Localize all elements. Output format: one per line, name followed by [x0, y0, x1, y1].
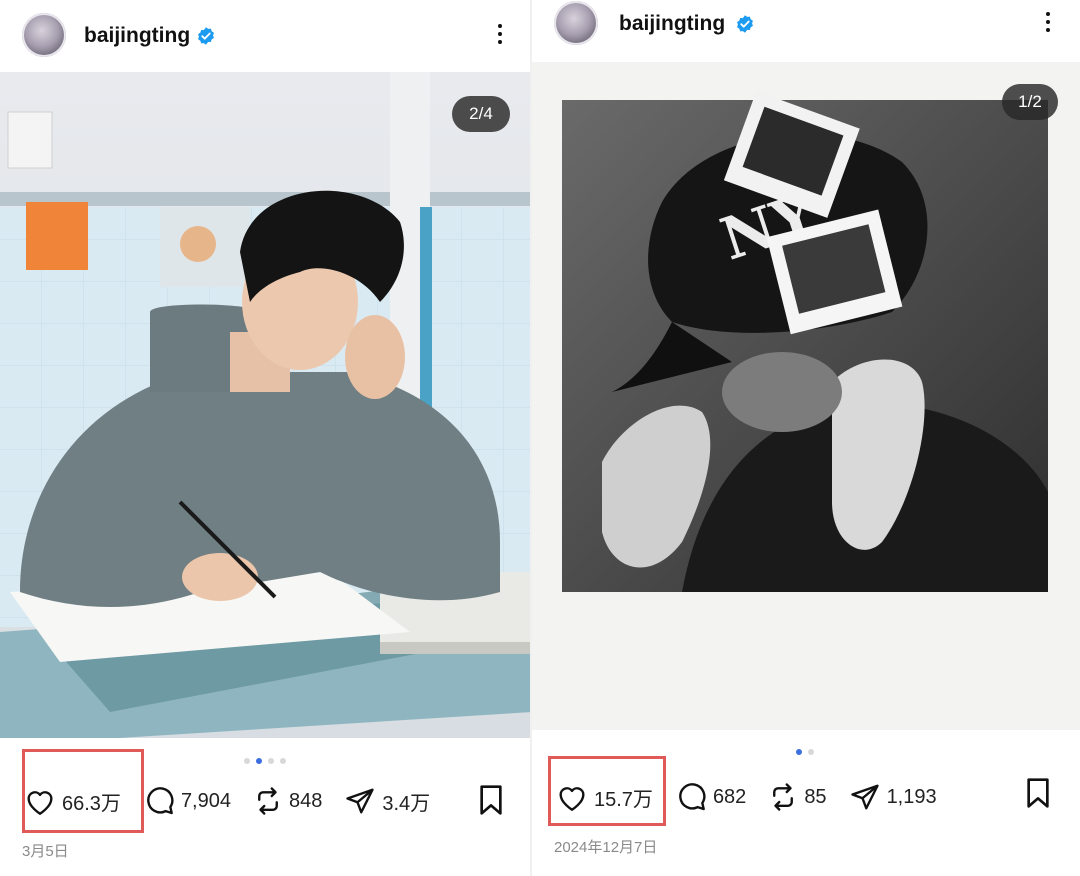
like-count: 15.7万: [594, 788, 653, 811]
comment-count: 7,904: [180, 789, 231, 812]
comment-button[interactable]: 7,904: [143, 785, 231, 817]
image-counter: 1/2: [1002, 84, 1058, 120]
post-date: 3月5日: [22, 843, 69, 860]
action-bar: 66.3万 7,904 848 3.4万: [24, 771, 452, 831]
username[interactable]: baijingting: [84, 24, 190, 48]
repost-icon: [258, 787, 278, 815]
carousel-dot-active[interactable]: [256, 758, 262, 764]
share-count: 3.4万: [382, 792, 431, 815]
comment-button[interactable]: 682: [675, 781, 746, 813]
repost-count: 848: [289, 789, 323, 812]
more-options-icon[interactable]: [1036, 8, 1060, 38]
post-photo[interactable]: NY 1/2: [532, 62, 1080, 730]
repost-count: 85: [804, 785, 827, 808]
comment-icon: [679, 783, 706, 811]
carousel-dot[interactable]: [808, 749, 814, 755]
carousel-dot[interactable]: [280, 758, 286, 764]
heart-icon: [559, 787, 585, 811]
carousel-dot[interactable]: [268, 758, 274, 764]
comment-icon: [147, 787, 174, 815]
post-photo[interactable]: 2/4: [0, 72, 532, 738]
share-button[interactable]: 1,193: [849, 782, 937, 812]
more-options-icon[interactable]: [488, 20, 512, 50]
comment-count: 682: [712, 785, 747, 808]
carousel-dot-active[interactable]: [796, 749, 802, 755]
like-button[interactable]: 66.3万: [24, 786, 121, 816]
post-right: baijingting NY 1/2 15.7万 682 85 1,193 20…: [532, 0, 1080, 876]
share-count: 1,193: [886, 785, 937, 808]
bookmark-icon[interactable]: [477, 784, 505, 816]
verified-badge-icon: [198, 27, 214, 45]
avatar[interactable]: [554, 1, 598, 45]
send-icon: [850, 784, 879, 810]
like-button[interactable]: 15.7万: [556, 782, 653, 812]
post-header: baijingting: [532, 0, 1080, 62]
post-header: baijingting: [0, 0, 532, 72]
carousel-dots: [796, 749, 814, 755]
carousel-dot[interactable]: [244, 758, 250, 764]
action-bar: 15.7万 682 85 1,193: [556, 767, 959, 827]
repost-icon: [773, 783, 794, 811]
avatar[interactable]: [22, 13, 66, 57]
send-icon: [346, 788, 375, 814]
classroom-photo-icon: [0, 72, 532, 738]
like-count: 66.3万: [62, 792, 121, 815]
polaroid-photo-icon: NY: [532, 62, 1080, 730]
share-button[interactable]: 3.4万: [344, 786, 430, 816]
verified-badge-icon: [737, 15, 753, 33]
repost-button[interactable]: 848: [253, 785, 322, 817]
repost-button[interactable]: 85: [768, 781, 827, 813]
image-counter: 2/4: [452, 96, 510, 132]
carousel-dots: [244, 758, 286, 764]
heart-icon: [27, 791, 53, 815]
username[interactable]: baijingting: [619, 12, 725, 36]
post-left: baijingting 2/4 66.3万 7,904 848 3.4万 3月5…: [0, 0, 532, 876]
post-date: 2024年12月7日: [554, 839, 658, 856]
bookmark-icon[interactable]: [1024, 777, 1052, 809]
